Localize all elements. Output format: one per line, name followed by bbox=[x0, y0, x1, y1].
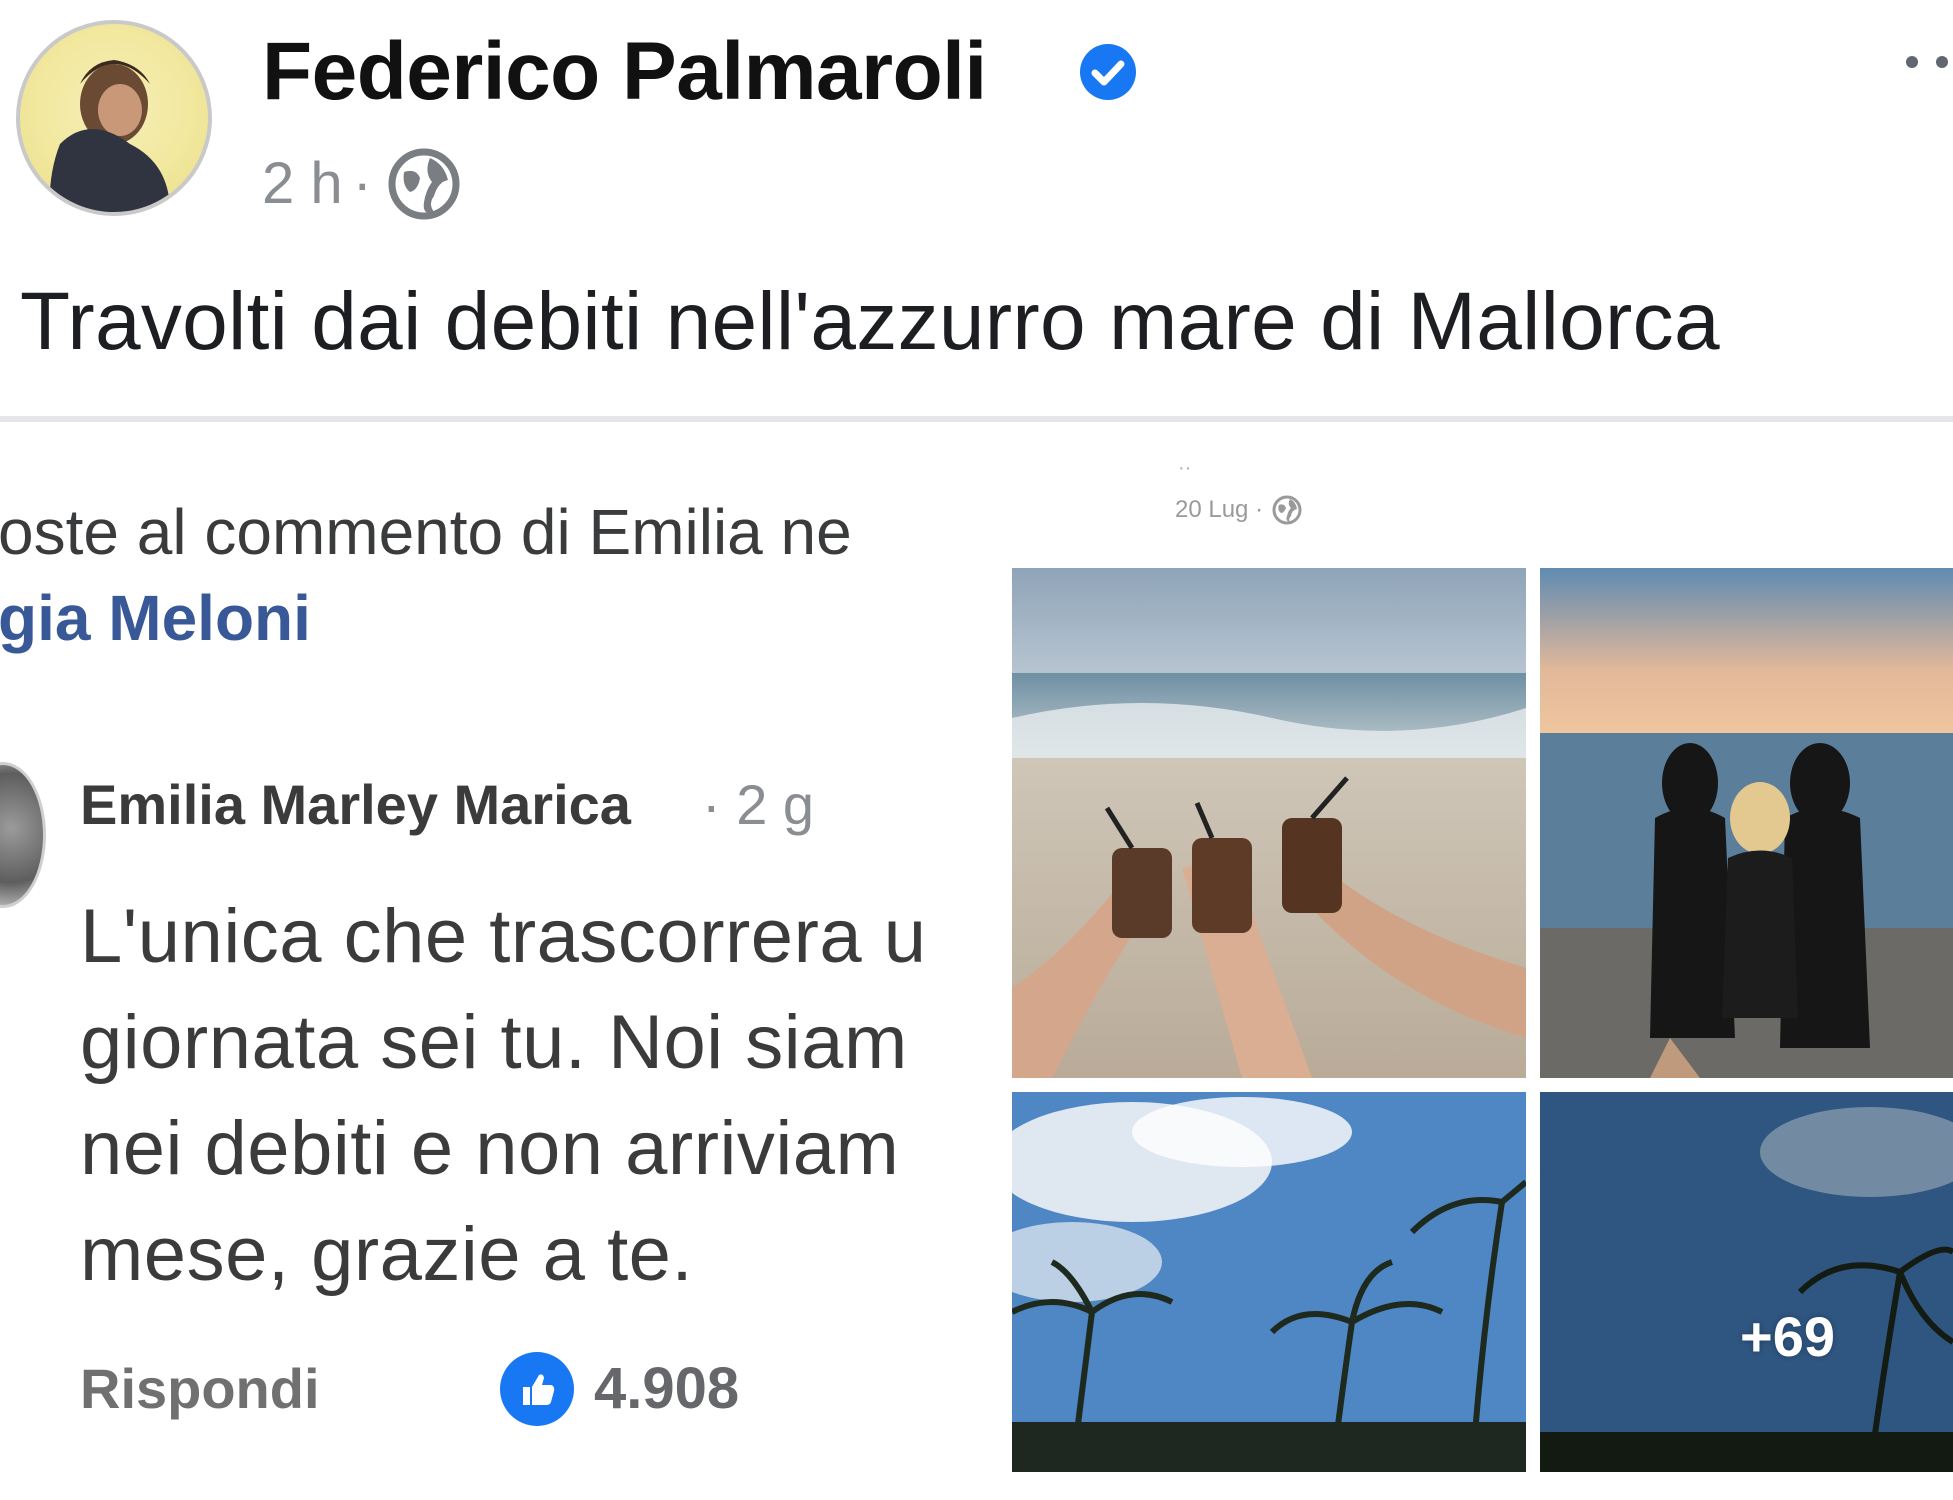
author-avatar[interactable] bbox=[16, 20, 212, 216]
verified-badge-icon bbox=[1080, 44, 1136, 100]
like-count[interactable]: 4.908 bbox=[594, 1354, 739, 1424]
photo-beach-drinks[interactable] bbox=[1012, 568, 1526, 1078]
photo-post-meta: 20 Lug · bbox=[1175, 492, 1305, 528]
post-text: Travolti dai debiti nell'azzurro mare di… bbox=[20, 276, 1720, 367]
post-time[interactable]: 2 h bbox=[262, 149, 343, 219]
photo-post-dots: ·· bbox=[1178, 457, 1192, 479]
commenter-name[interactable]: Emilia Marley Marica bbox=[80, 770, 631, 840]
comment-body: L'unica che trascorrera u giornata sei t… bbox=[80, 884, 1005, 1308]
comment-line: giornata sei tu. Noi siam bbox=[80, 1000, 908, 1085]
author-name[interactable]: Federico Palmaroli bbox=[262, 22, 987, 122]
more-options-icon[interactable] bbox=[1902, 52, 1953, 72]
like-icon bbox=[500, 1352, 574, 1426]
photo-grid: +69 bbox=[1012, 568, 1953, 1472]
comment-time[interactable]: · 2 g bbox=[702, 770, 814, 840]
reply-context-heading: oste al commento di Emilia ne bbox=[0, 496, 852, 568]
photo-palms-sky[interactable] bbox=[1012, 1092, 1526, 1472]
globe-icon bbox=[1272, 495, 1302, 525]
post-meta: 2 h · bbox=[262, 142, 466, 226]
globe-icon bbox=[388, 148, 460, 220]
comment-screenshot: oste al commento di Emilia ne gia Meloni… bbox=[0, 422, 1005, 1500]
photo-group-sunset[interactable] bbox=[1540, 568, 1953, 1078]
photo-more[interactable]: +69 bbox=[1540, 1092, 1953, 1472]
comment-line: mese, grazie a te. bbox=[80, 1212, 694, 1297]
reply-button[interactable]: Rispondi bbox=[80, 1354, 320, 1424]
meta-separator: · bbox=[352, 151, 372, 216]
more-photos-count[interactable]: +69 bbox=[1740, 1302, 1835, 1372]
profile-link[interactable]: gia Meloni bbox=[0, 580, 311, 656]
commenter-avatar[interactable] bbox=[0, 762, 46, 908]
comment-line: nei debiti e non arriviam bbox=[80, 1106, 900, 1191]
photo-post-date: 20 Lug · bbox=[1175, 496, 1264, 523]
comment-line: L'unica che trascorrera u bbox=[80, 894, 927, 979]
